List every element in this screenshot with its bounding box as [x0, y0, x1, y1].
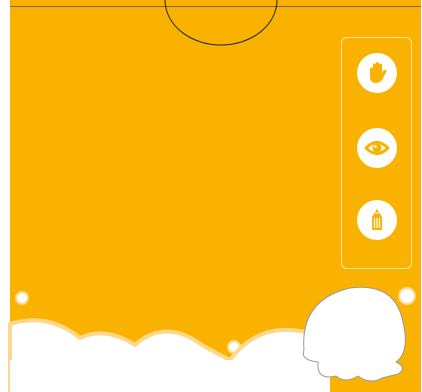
- tool-panel: [341, 37, 412, 269]
- cloud-base: [10, 360, 330, 392]
- hand-icon: [370, 62, 387, 83]
- hand-tool-button[interactable]: [357, 53, 397, 93]
- eye-icon: [364, 141, 390, 155]
- bubble-left: [15, 291, 29, 305]
- pencil-icon: [372, 209, 382, 230]
- bubble-right: [398, 287, 416, 305]
- eye-tool-button[interactable]: [357, 128, 397, 168]
- game-stage: [0, 0, 422, 392]
- pencil-tool-button[interactable]: [357, 200, 397, 240]
